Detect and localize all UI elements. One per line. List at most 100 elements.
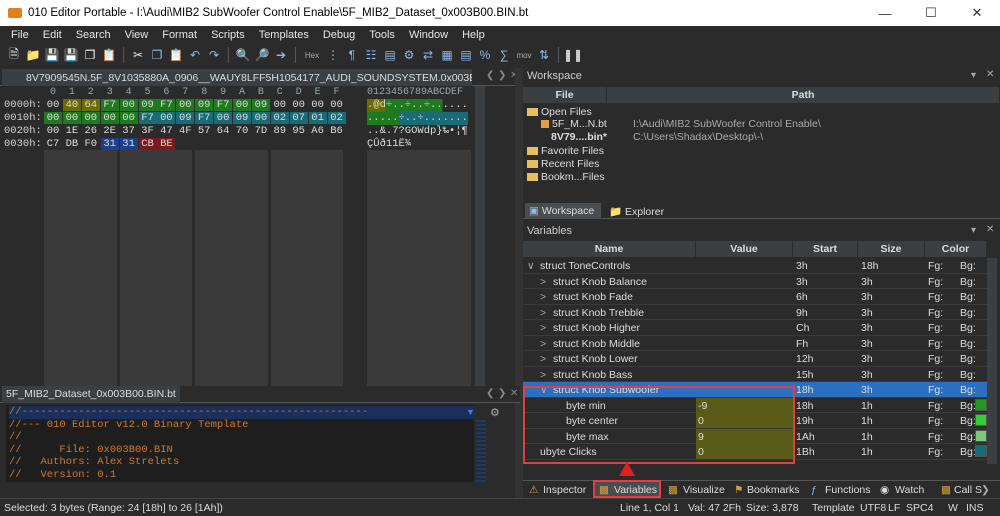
hex-byte[interactable]: BE — [157, 138, 176, 150]
hex-byte[interactable]: B6 — [328, 125, 346, 137]
tab-next-icon[interactable]: ❯ — [498, 388, 506, 399]
hex-byte[interactable]: 09 — [233, 112, 251, 124]
save-icon[interactable]: 💾 — [44, 47, 60, 63]
hex-byte[interactable]: 09 — [195, 99, 214, 111]
template-file-tab[interactable]: 5F_MIB2_Dataset_0x003B00.BIN.bt — [2, 386, 180, 403]
hex-byte[interactable]: F7 — [138, 112, 157, 124]
checksum-icon[interactable]: ▦ — [439, 47, 455, 63]
variable-value[interactable] — [696, 336, 793, 351]
menu-debug[interactable]: Debug — [316, 29, 362, 41]
hex-byte[interactable]: 64 — [81, 99, 100, 111]
hex-byte[interactable]: 02 — [327, 112, 346, 124]
hex-byte[interactable]: 31 — [119, 138, 138, 150]
hex-byte[interactable]: 00 — [44, 99, 62, 111]
variable-fg[interactable]: Fg: — [928, 431, 943, 443]
copy-icon[interactable]: ❐ — [82, 47, 98, 63]
hex-byte[interactable]: 00 — [81, 112, 100, 124]
favorite-files-node[interactable]: Favorite Files — [527, 145, 604, 157]
hex-byte[interactable]: 00 — [233, 99, 251, 111]
maximize-button[interactable]: ☐ — [908, 0, 954, 26]
hex-byte[interactable]: 00 — [100, 112, 119, 124]
hex-byte[interactable]: 89 — [271, 125, 289, 137]
menu-format[interactable]: Format — [155, 29, 204, 41]
hex-byte[interactable]: 00 — [62, 112, 81, 124]
menu-templates[interactable]: Templates — [252, 29, 316, 41]
variable-bg[interactable]: Bg: — [960, 291, 976, 303]
variable-row[interactable]: > struct Knob Balance 3h 3h Fg: Bg: — [523, 274, 987, 289]
menu-window[interactable]: Window — [402, 29, 455, 41]
hex-scrollbar[interactable] — [475, 86, 485, 386]
variable-bg[interactable]: Bg: — [960, 260, 976, 272]
paste-icon[interactable]: 📋 — [101, 47, 117, 63]
menu-view[interactable]: View — [118, 29, 156, 41]
variable-fg[interactable]: Fg: — [928, 353, 943, 365]
variables-col-start[interactable]: Start — [793, 241, 858, 257]
workspace-col-path[interactable]: Path — [607, 87, 1000, 103]
hex-byte[interactable]: DB — [63, 138, 81, 150]
variable-bg[interactable]: Bg: — [960, 384, 976, 396]
hex-byte[interactable]: 1E — [63, 125, 81, 137]
status-eol[interactable]: LF — [888, 502, 900, 514]
hex-byte[interactable]: A6 — [309, 125, 327, 137]
variable-row[interactable]: > struct Knob Higher Ch 3h Fg: Bg: — [523, 320, 987, 336]
expand-arrow-icon[interactable]: ∨ — [527, 260, 535, 272]
bg-color-swatch[interactable] — [975, 414, 987, 426]
variables-col-size[interactable]: Size — [858, 241, 925, 257]
hex-byte[interactable]: 09 — [176, 112, 195, 124]
hex-byte[interactable]: 00 — [44, 125, 62, 137]
variable-fg[interactable]: Fg: — [928, 369, 943, 381]
status-write-mode[interactable]: W — [948, 502, 958, 514]
hex-file-tab[interactable]: 8V7909545N.5F_8V1035880A_0906__WAUY8LFF5… — [2, 69, 472, 86]
hex-byte[interactable]: 7D — [252, 125, 270, 137]
variables-options-icon[interactable]: ▾ — [971, 225, 976, 236]
tab-bookmarks[interactable]: Bookmarks — [747, 484, 800, 496]
variable-bg[interactable]: Bg: — [960, 446, 976, 458]
hex-byte[interactable]: 00 — [176, 99, 195, 111]
code-minimap[interactable] — [476, 420, 486, 482]
cut-icon[interactable]: ✂ — [130, 47, 146, 63]
percent-icon[interactable]: % — [477, 47, 493, 63]
minimize-button[interactable]: — — [862, 0, 908, 26]
calculator-icon[interactable]: ∑ — [496, 47, 512, 63]
variables-scrollbar[interactable] — [987, 258, 997, 464]
hex-byte[interactable]: 57 — [195, 125, 213, 137]
tab-inspector[interactable]: Inspector — [543, 484, 586, 496]
collapse-arrow-icon[interactable]: > — [540, 291, 546, 303]
open-file-icon[interactable]: 📁 — [25, 47, 41, 63]
variable-bg[interactable]: Bg: — [960, 415, 976, 427]
hex-byte[interactable]: C7 — [44, 138, 62, 150]
variable-row[interactable]: > struct Knob Lower 12h 3h Fg: Bg: — [523, 351, 987, 367]
variable-value[interactable] — [696, 305, 793, 320]
recent-files-node[interactable]: Recent Files — [527, 158, 599, 170]
hex-byte[interactable]: F7 — [214, 99, 233, 111]
menu-help[interactable]: Help — [455, 29, 492, 41]
tab-explorer[interactable]: 📁 Explorer — [605, 203, 675, 219]
variable-fg[interactable]: Fg: — [928, 260, 943, 272]
hex-byte[interactable]: 00 — [251, 112, 270, 124]
hex-byte[interactable]: 70 — [233, 125, 251, 137]
collapse-arrow-icon[interactable]: > — [540, 307, 546, 319]
tab-variables[interactable]: Variables — [614, 484, 657, 496]
hex-byte[interactable]: F7 — [157, 99, 176, 111]
pause-icon[interactable]: ❚❚ — [563, 47, 583, 63]
variable-bg[interactable]: Bg: — [960, 276, 976, 288]
hex-byte[interactable]: F0 — [82, 138, 100, 150]
compare-icon[interactable]: ⇄ — [420, 47, 436, 63]
bg-color-swatch[interactable] — [975, 445, 987, 457]
collapse-arrow-icon[interactable]: > — [540, 353, 546, 365]
hex-byte[interactable]: 00 — [119, 99, 138, 111]
tab-call-stack[interactable]: Call S — [954, 484, 982, 496]
variable-fg[interactable]: Fg: — [928, 338, 943, 350]
status-encoding[interactable]: UTF8 — [860, 502, 886, 514]
hex-byte[interactable]: F7 — [195, 112, 214, 124]
status-template[interactable]: Template — [812, 502, 855, 514]
ruler-icon[interactable]: ⋮ — [325, 47, 341, 63]
variable-fg[interactable]: Fg: — [928, 307, 943, 319]
hex-byte[interactable]: CB — [138, 138, 157, 150]
hex-byte[interactable]: 09 — [251, 99, 270, 111]
collapse-arrow-icon[interactable]: > — [540, 322, 546, 334]
hex-byte[interactable]: 09 — [138, 99, 157, 111]
bg-color-swatch[interactable] — [975, 398, 987, 411]
copy-doc-icon[interactable]: ❐ — [149, 47, 165, 63]
bg-color-swatch[interactable] — [975, 429, 987, 442]
